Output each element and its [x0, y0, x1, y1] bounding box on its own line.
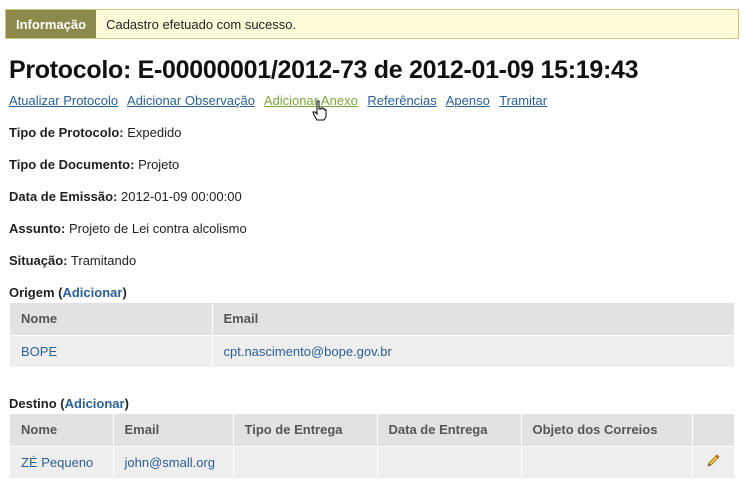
references-link[interactable]: Referências [367, 93, 436, 108]
field-tipo-protocolo: Tipo de Protocolo: Expedido [9, 125, 181, 140]
destino-tipo-cell [233, 445, 378, 478]
page-title: Protocolo: E-00000001/2012-73 de 2012-01… [9, 56, 639, 84]
destino-nome-link[interactable]: ZÉ Pequeno [21, 455, 93, 470]
field-value: 2012-01-09 00:00:00 [121, 189, 242, 204]
field-label: Tipo de Protocolo: [9, 125, 124, 140]
column-header: Objeto dos Correios [521, 414, 693, 446]
field-label: Tipo de Documento: [9, 157, 135, 172]
destino-table: Nome Email Tipo de Entrega Data de Entre… [10, 414, 735, 478]
destino-title: Destino (Adicionar) [9, 396, 129, 411]
origem-title: Origem (Adicionar) [9, 285, 127, 300]
origem-nome-link[interactable]: BOPE [21, 344, 57, 359]
notice-label: Informação [6, 10, 97, 38]
field-tipo-documento: Tipo de Documento: Projeto [9, 157, 179, 172]
apenso-link[interactable]: Apenso [446, 93, 490, 108]
field-value: Projeto de Lei contra alcolismo [68, 221, 247, 236]
edit-cell [692, 445, 735, 478]
field-label: Situação: [9, 253, 68, 268]
column-header-actions [692, 414, 735, 446]
field-label: Data de Emissão: [9, 189, 118, 204]
destino-email-link[interactable]: john@small.org [125, 455, 216, 470]
destino-objeto-cell [521, 445, 693, 478]
action-links: Atualizar Protocolo Adicionar Observação… [9, 93, 553, 108]
column-header: Tipo de Entrega [233, 414, 378, 446]
column-header: Email [113, 414, 234, 446]
update-protocol-link[interactable]: Atualizar Protocolo [9, 93, 118, 108]
info-notice: Informação Cadastro efetuado com sucesso… [5, 9, 739, 39]
column-header: Data de Entrega [377, 414, 522, 446]
table-row: BOPE cpt.nascimento@bope.gov.br [10, 334, 735, 367]
origem-add-link[interactable]: Adicionar [62, 285, 122, 300]
column-header: Email [212, 303, 735, 335]
add-observation-link[interactable]: Adicionar Observação [127, 93, 255, 108]
field-value: Expedido [127, 125, 182, 140]
origem-table: Nome Email BOPE cpt.nascimento@bope.gov.… [10, 303, 735, 367]
field-assunto: Assunto: Projeto de Lei contra alcolismo [9, 221, 247, 236]
table-row: ZÉ Pequeno john@small.org [10, 445, 735, 478]
column-header: Nome [10, 303, 213, 335]
field-situacao: Situação: Tramitando [9, 253, 136, 268]
notice-message: Cadastro efetuado com sucesso. [106, 16, 297, 32]
destino-data-cell [377, 445, 522, 478]
origem-email-link[interactable]: cpt.nascimento@bope.gov.br [224, 344, 392, 359]
field-value: Projeto [138, 157, 180, 172]
destino-add-link[interactable]: Adicionar [65, 396, 125, 411]
field-value: Tramitando [70, 253, 137, 268]
hand-cursor-icon [312, 100, 327, 121]
column-header: Nome [10, 414, 114, 446]
field-label: Assunto: [9, 221, 66, 236]
tramitar-link[interactable]: Tramitar [499, 93, 547, 108]
edit-pencil-icon[interactable] [705, 453, 721, 469]
field-data-emissao: Data de Emissão: 2012-01-09 00:00:00 [9, 189, 242, 204]
